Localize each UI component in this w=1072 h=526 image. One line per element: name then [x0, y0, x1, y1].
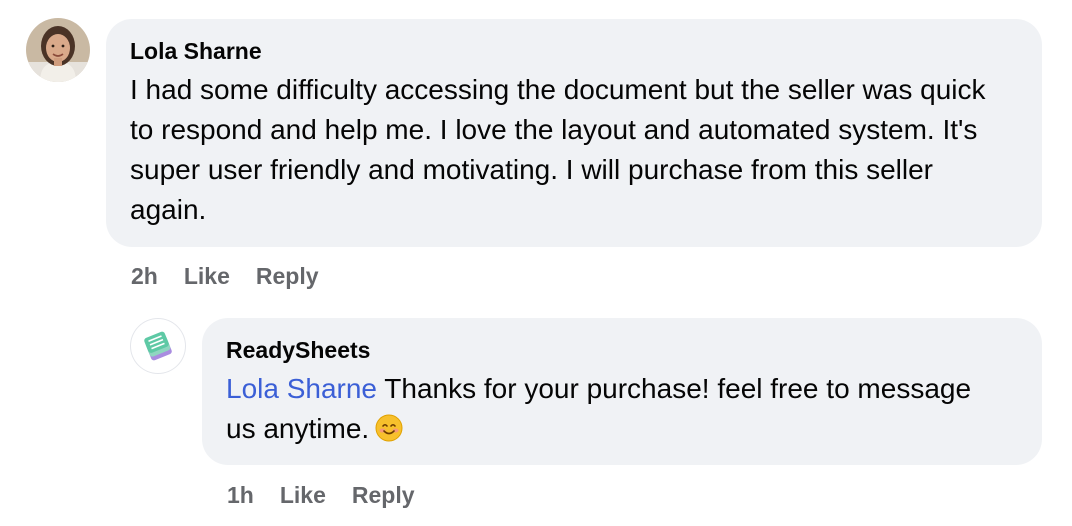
comment-timestamp[interactable]: 2h — [131, 262, 158, 290]
reply-timestamp[interactable]: 1h — [227, 481, 254, 509]
comment-reply-button[interactable]: Reply — [256, 262, 319, 290]
reply-reply-button[interactable]: Reply — [352, 481, 415, 509]
comment-bubble: Lola Sharne I had some difficulty access… — [106, 19, 1042, 247]
reply-avatar[interactable] — [130, 318, 186, 374]
user-photo-avatar-icon — [26, 18, 90, 82]
comment-actions: 2h Like Reply — [131, 262, 319, 290]
reply-actions: 1h Like Reply — [227, 481, 415, 509]
commenter-avatar[interactable] — [26, 18, 90, 82]
readysheets-logo-icon — [144, 331, 172, 361]
smiling-face-emoji-icon — [375, 413, 403, 453]
comment-like-button[interactable]: Like — [184, 262, 230, 290]
reply-text-container: Lola Sharne Thanks for your purchase! fe… — [226, 369, 986, 453]
comment-author-name[interactable]: Lola Sharne — [130, 37, 1018, 65]
reply-mention-link[interactable]: Lola Sharne — [226, 373, 377, 404]
reply-author-name[interactable]: ReadySheets — [226, 336, 1018, 364]
reply-like-button[interactable]: Like — [280, 481, 326, 509]
comment-text: I had some difficulty accessing the docu… — [130, 74, 986, 225]
reply-bubble: ReadySheets Lola Sharne Thanks for your … — [202, 318, 1042, 465]
